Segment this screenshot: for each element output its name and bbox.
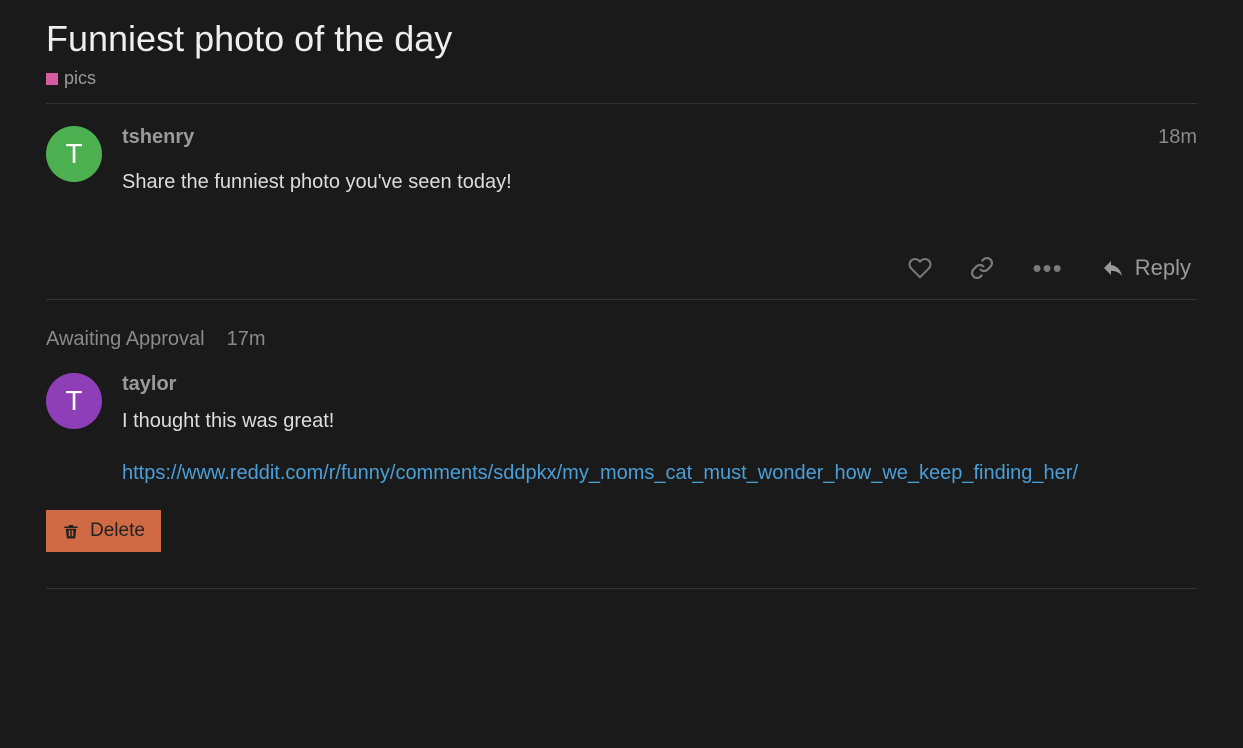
category-badge[interactable]: pics — [46, 68, 1197, 89]
awaiting-approval-label: Awaiting Approval — [46, 328, 205, 351]
username[interactable]: tshenry — [122, 126, 194, 149]
share-link-button[interactable] — [970, 256, 994, 280]
post: T taylor I thought this was great! https… — [46, 373, 1197, 570]
delete-button[interactable]: Delete — [46, 510, 161, 552]
topic-title: Funniest photo of the day — [46, 18, 1197, 60]
link-icon — [970, 256, 994, 280]
post: T tshenry 18m Share the funniest photo y… — [46, 104, 1197, 299]
category-color-icon — [46, 73, 58, 85]
like-button[interactable] — [908, 256, 932, 280]
reply-label: Reply — [1135, 255, 1191, 281]
avatar[interactable]: T — [46, 126, 102, 182]
post-timestamp: 18m — [1158, 126, 1197, 149]
avatar[interactable]: T — [46, 373, 102, 429]
reply-button[interactable]: Reply — [1101, 255, 1191, 281]
more-options-button[interactable]: ••• — [1032, 255, 1062, 281]
reply-icon — [1101, 256, 1125, 280]
username[interactable]: taylor — [122, 373, 176, 396]
moderation-status-row: Awaiting Approval 17m — [46, 300, 1197, 373]
trash-icon — [62, 522, 80, 540]
post-content: I thought this was great! — [122, 406, 1197, 436]
post-link[interactable]: https://www.reddit.com/r/funny/comments/… — [122, 458, 1197, 488]
delete-label: Delete — [90, 520, 145, 542]
heart-icon — [908, 256, 932, 280]
ellipsis-icon: ••• — [1032, 255, 1062, 281]
pending-timestamp: 17m — [227, 328, 266, 351]
divider — [46, 588, 1197, 589]
post-content: Share the funniest photo you've seen tod… — [122, 167, 1197, 197]
category-name: pics — [64, 68, 96, 89]
